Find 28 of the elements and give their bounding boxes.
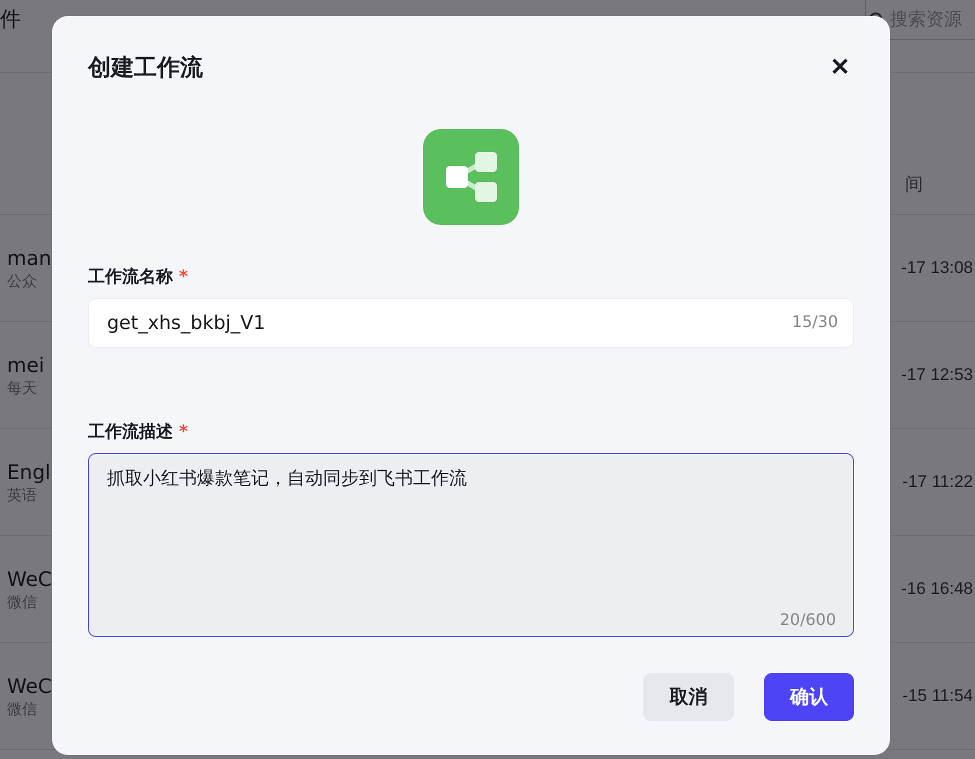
row-time: -16 16:48 <box>901 579 973 599</box>
row-name: mei <box>7 352 44 376</box>
column-header: 间 <box>905 173 924 196</box>
field-label: 工作流名称 <box>88 267 173 287</box>
character-counter: 20/600 <box>780 610 836 629</box>
row-name: man <box>7 246 52 270</box>
row-description: 微信 <box>7 700 38 718</box>
dialog-title: 创建工作流 <box>88 54 203 83</box>
confirm-button[interactable]: 确认 <box>764 673 854 721</box>
character-counter: 15/30 <box>792 312 838 331</box>
row-description: 公众 <box>7 272 38 290</box>
field-label: 工作流描述 <box>88 422 173 442</box>
row-time: -15 11:54 <box>902 686 973 706</box>
required-mark: * <box>179 267 188 287</box>
cancel-button[interactable]: 取消 <box>643 673 734 721</box>
row-time: -17 12:53 <box>901 365 973 385</box>
row-description: 每天 <box>7 378 38 398</box>
row-description: 英语 <box>7 486 38 504</box>
row-name: WeC <box>7 566 52 590</box>
close-button[interactable]: ✕ <box>826 53 854 82</box>
row-time: -17 13:08 <box>901 258 973 278</box>
row-description: 微信 <box>7 592 38 612</box>
nav-tab[interactable]: 件 <box>0 4 21 34</box>
row-name: WeC <box>7 674 52 698</box>
workflow-icon <box>423 129 519 225</box>
row-name: Engl <box>7 460 51 484</box>
row-time: -17 11:22 <box>902 472 973 492</box>
required-mark: * <box>179 422 188 442</box>
